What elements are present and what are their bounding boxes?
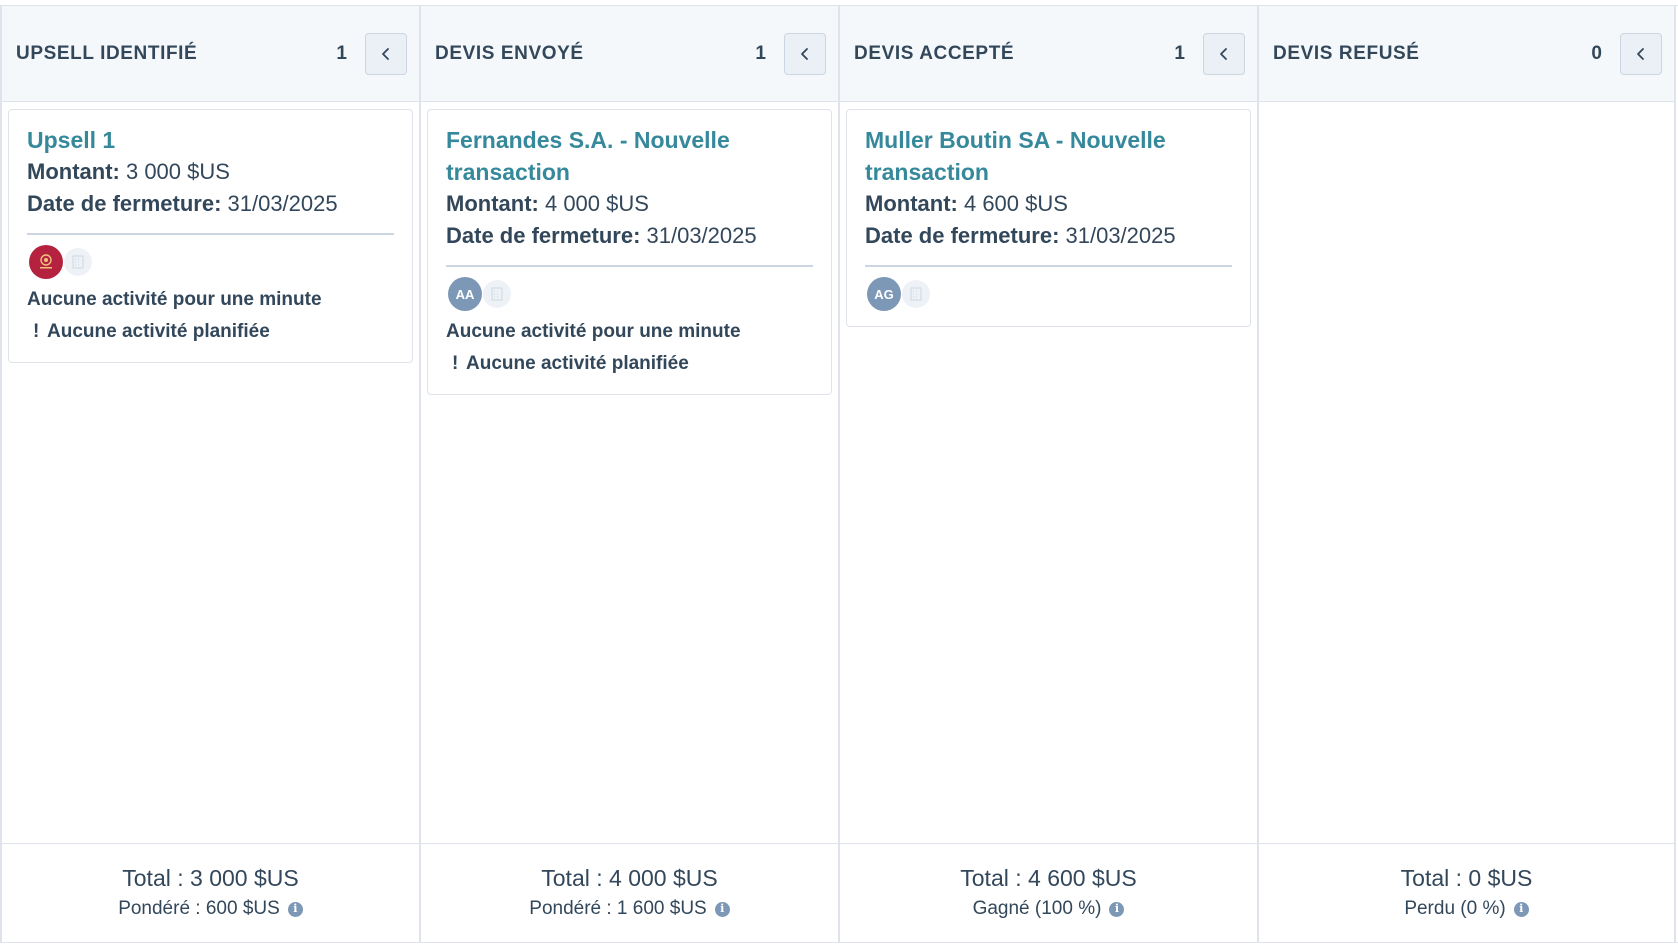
owner-avatar[interactable]	[29, 245, 63, 279]
stage-title: DEVIS REFUSÉ	[1273, 42, 1420, 64]
company-building-icon[interactable]	[483, 280, 511, 308]
deal-close-date: Date de fermeture: 31/03/2025	[446, 220, 813, 252]
stage-count: 0	[1591, 42, 1602, 64]
info-icon[interactable]: i	[287, 901, 303, 917]
associations: AA	[448, 276, 813, 312]
deal-close-date: Date de fermeture: 31/03/2025	[27, 188, 394, 220]
stage-weighted: Pondéré : 600 $US i	[2, 894, 419, 924]
chevron-left-icon	[1637, 47, 1644, 60]
amount-value: 3 000 $US	[119, 159, 230, 184]
collapse-stage-button[interactable]	[784, 32, 826, 75]
associations	[29, 244, 394, 280]
owner-avatar[interactable]: AA	[448, 277, 482, 311]
exclamation-icon: !	[452, 353, 459, 374]
stage-count: 1	[1174, 42, 1185, 64]
stage-weighted: Perdu (0 %) i	[1259, 894, 1674, 924]
stage-body	[1259, 102, 1674, 843]
stage-column-devis-refuse: DEVIS REFUSÉ 0 Total : 0 $US Perdu (0 %)…	[1257, 6, 1676, 942]
close-date-label: Date de fermeture:	[446, 223, 641, 248]
owner-avatar[interactable]: AG	[867, 277, 901, 311]
info-icon[interactable]: i	[1513, 901, 1529, 917]
stage-total: Total : 4 000 $US	[541, 865, 718, 891]
stage-body: Fernandes S.A. - Nouvelle transaction Mo…	[421, 102, 838, 843]
stage-total: Total : 3 000 $US	[122, 865, 299, 891]
stage-header: DEVIS ENVOYÉ 1	[421, 6, 838, 102]
deal-name-link[interactable]: Upsell 1	[27, 124, 394, 156]
deal-name-link[interactable]: Muller Boutin SA - Nouvelle transaction	[865, 124, 1232, 188]
amount-label: Montant:	[446, 191, 539, 216]
company-building-icon[interactable]	[64, 248, 92, 276]
deal-card[interactable]: Muller Boutin SA - Nouvelle transaction …	[846, 109, 1251, 327]
deal-amount: Montant: 4 600 $US	[865, 188, 1232, 220]
stage-column-upsell-identifie: UPSELL IDENTIFIÉ 1 Upsell 1 Montant: 3 0…	[0, 6, 419, 942]
deal-card[interactable]: Upsell 1 Montant: 3 000 $US Date de ferm…	[8, 109, 413, 363]
deal-card[interactable]: Fernandes S.A. - Nouvelle transaction Mo…	[427, 109, 832, 395]
info-icon[interactable]: i	[714, 901, 730, 917]
close-date-value: 31/03/2025	[1059, 223, 1176, 248]
card-divider	[865, 265, 1232, 267]
collapse-stage-button[interactable]	[365, 32, 407, 75]
stage-body: Muller Boutin SA - Nouvelle transaction …	[840, 102, 1257, 843]
stage-body: Upsell 1 Montant: 3 000 $US Date de ferm…	[2, 102, 419, 843]
collapse-stage-button[interactable]	[1620, 32, 1662, 75]
close-date-value: 31/03/2025	[221, 191, 338, 216]
amount-label: Montant:	[865, 191, 958, 216]
deal-board: UPSELL IDENTIFIÉ 1 Upsell 1 Montant: 3 0…	[0, 5, 1678, 943]
weighted-text: Perdu (0 %)	[1404, 898, 1506, 919]
stage-count: 1	[336, 42, 347, 64]
stage-footer: Total : 4 000 $US Pondéré : 1 600 $US i	[421, 843, 838, 942]
next-activity-text: Aucune activité planifiée	[466, 353, 689, 374]
close-date-value: 31/03/2025	[640, 223, 757, 248]
info-icon[interactable]: i	[1109, 901, 1125, 917]
company-building-icon[interactable]	[902, 280, 930, 308]
weighted-text: Pondéré : 600 $US	[118, 898, 280, 919]
stage-title: DEVIS ENVOYÉ	[435, 42, 584, 64]
last-activity-text: Aucune activité pour une minute	[27, 289, 322, 310]
deal-close-date: Date de fermeture: 31/03/2025	[865, 220, 1232, 252]
close-date-label: Date de fermeture:	[865, 223, 1060, 248]
stage-column-devis-accepte: DEVIS ACCEPTÉ 1 Muller Boutin SA - Nouve…	[838, 6, 1257, 942]
amount-value: 4 000 $US	[538, 191, 649, 216]
chevron-left-icon	[801, 47, 808, 60]
card-divider	[446, 265, 813, 267]
stage-header: DEVIS REFUSÉ 0	[1259, 6, 1674, 102]
exclamation-icon: !	[33, 321, 40, 342]
deal-amount: Montant: 4 000 $US	[446, 188, 813, 220]
deal-amount: Montant: 3 000 $US	[27, 156, 394, 188]
stage-header: UPSELL IDENTIFIÉ 1	[2, 6, 419, 102]
stage-weighted: Gagné (100 %) i	[840, 894, 1257, 924]
weighted-text: Pondéré : 1 600 $US	[529, 898, 707, 919]
collapse-stage-button[interactable]	[1203, 32, 1245, 75]
deal-name-link[interactable]: Fernandes S.A. - Nouvelle transaction	[446, 124, 813, 188]
stage-title: UPSELL IDENTIFIÉ	[16, 42, 198, 64]
company-logo-icon	[40, 254, 52, 269]
stage-footer: Total : 4 600 $US Gagné (100 %) i	[840, 843, 1257, 942]
stage-footer: Total : 3 000 $US Pondéré : 600 $US i	[2, 843, 419, 942]
stage-column-devis-envoye: DEVIS ENVOYÉ 1 Fernandes S.A. - Nouvelle…	[419, 6, 838, 942]
next-activity-text: Aucune activité planifiée	[47, 321, 270, 342]
card-divider	[27, 233, 394, 235]
stage-total: Total : 0 $US	[1400, 865, 1533, 891]
stage-footer: Total : 0 $US Perdu (0 %) i	[1259, 843, 1674, 942]
amount-label: Montant:	[27, 159, 120, 184]
chevron-left-icon	[1220, 47, 1227, 60]
stage-header: DEVIS ACCEPTÉ 1	[840, 6, 1257, 102]
associations: AG	[867, 276, 1232, 312]
weighted-text: Gagné (100 %)	[972, 898, 1102, 919]
close-date-label: Date de fermeture:	[27, 191, 222, 216]
chevron-left-icon	[382, 47, 389, 60]
next-activity: ! Aucune activité planifiée	[27, 316, 394, 348]
stage-count: 1	[755, 42, 766, 64]
stage-title: DEVIS ACCEPTÉ	[854, 42, 1015, 64]
amount-value: 4 600 $US	[957, 191, 1068, 216]
stage-weighted: Pondéré : 1 600 $US i	[421, 894, 838, 924]
stage-total: Total : 4 600 $US	[960, 865, 1137, 891]
next-activity: ! Aucune activité planifiée	[446, 348, 813, 380]
last-activity-text: Aucune activité pour une minute	[446, 321, 741, 342]
